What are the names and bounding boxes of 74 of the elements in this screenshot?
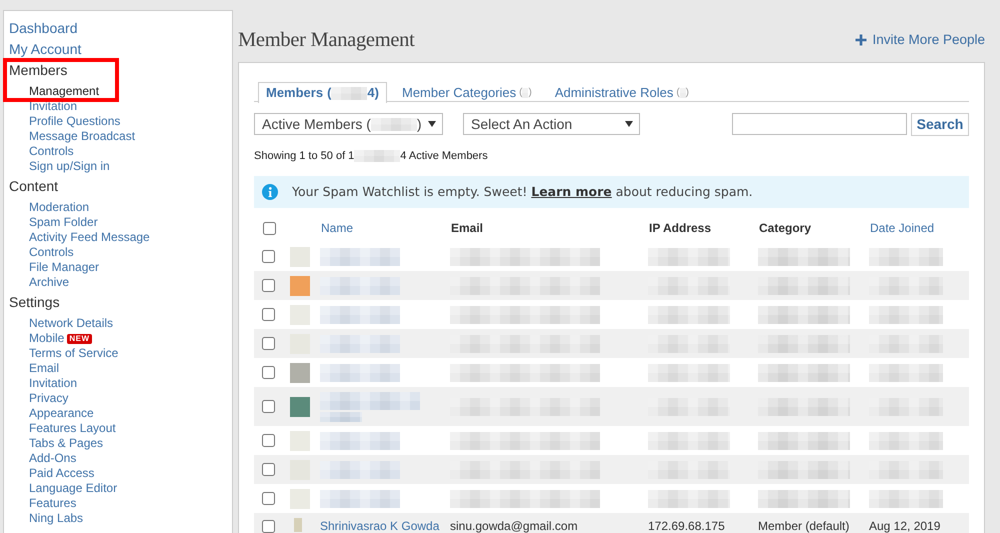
sidebar-link[interactable]: Ning Labs: [29, 511, 84, 526]
sidebar-link[interactable]: Moderation: [29, 200, 90, 215]
table-cell: Member (default): [758, 519, 850, 533]
summary-text: 4 Active Members: [400, 149, 488, 163]
learn-more-link[interactable]: Learn more: [531, 184, 612, 199]
row-checkbox[interactable]: [262, 520, 275, 533]
sidebar-link[interactable]: Paid Access: [29, 466, 94, 481]
sidebar-link[interactable]: Controls: [29, 245, 74, 260]
sidebar-link[interactable]: Activity Feed Message: [29, 230, 150, 245]
redacted-text: [370, 118, 417, 130]
row-checkbox[interactable]: [262, 337, 275, 350]
row-checkbox[interactable]: [262, 400, 275, 413]
row-checkbox[interactable]: [262, 308, 275, 321]
sidebar-link[interactable]: Controls: [29, 144, 74, 159]
column-header: IP Address: [649, 221, 712, 235]
sidebar-link[interactable]: Features: [29, 496, 76, 511]
tab[interactable]: Administrative Roles ( ): [546, 82, 698, 102]
section-heading: Members: [9, 61, 68, 80]
page-title: Member Management: [238, 28, 414, 52]
info-icon: [262, 184, 278, 200]
tab[interactable]: Member Categories ( ): [394, 82, 540, 102]
redacted-text: [354, 150, 400, 162]
row-checkbox[interactable]: [262, 279, 275, 292]
alert-message: Your Spam Watchlist is empty. Sweet! Learn more about reducing spam.: [292, 182, 753, 201]
row-checkbox[interactable]: [262, 366, 275, 379]
sidebar-link[interactable]: Mobile: [29, 331, 64, 346]
sidebar-link[interactable]: Profile Questions: [29, 114, 120, 129]
member-name-link[interactable]: Shrinivasrao K Gowda: [320, 519, 440, 533]
caret-icon: [428, 121, 436, 127]
table-cell: Aug 12, 2019: [869, 519, 940, 533]
sidebar-link[interactable]: Management: [29, 84, 100, 99]
sidebar-link[interactable]: Terms of Service: [29, 346, 118, 361]
row-checkbox[interactable]: [262, 463, 275, 476]
sidebar-link[interactable]: Features Layout: [29, 421, 116, 436]
sidebar-link[interactable]: My Account: [9, 39, 232, 60]
sidebar-link[interactable]: Archive: [29, 275, 70, 290]
new-badge: NEW: [67, 334, 92, 344]
sidebar-link[interactable]: Message Broadcast: [29, 129, 136, 144]
tab[interactable]: Members ( 4): [258, 82, 387, 103]
table-cell: sinu.gowda@gmail.com: [450, 519, 578, 533]
sidebar-link[interactable]: Language Editor: [29, 481, 118, 496]
column-header: Category: [759, 221, 812, 235]
select-all-checkbox[interactable]: [263, 222, 276, 234]
column-header: Email: [451, 221, 484, 235]
plus-icon: [855, 34, 868, 46]
sidebar-link[interactable]: Invitation: [29, 376, 78, 391]
section-heading: Content: [9, 177, 60, 196]
section-heading: Settings: [9, 293, 61, 312]
row-checkbox[interactable]: [262, 250, 275, 263]
sidebar-link[interactable]: Email: [29, 361, 60, 376]
redacted-text: [320, 412, 362, 422]
row-checkbox[interactable]: [262, 492, 275, 505]
sidebar-link[interactable]: Privacy: [29, 391, 68, 406]
sidebar-link[interactable]: Dashboard: [9, 18, 232, 39]
redacted-text: [331, 86, 368, 100]
sidebar-link[interactable]: Add-Ons: [29, 451, 76, 466]
sidebar-link[interactable]: Invitation: [29, 99, 78, 114]
summary-text: Showing 1 to 50 of 1: [254, 149, 354, 163]
table-cell: 172.69.68.175: [648, 519, 725, 533]
row-checkbox[interactable]: [262, 434, 275, 447]
invite-link[interactable]: Invite More People: [855, 30, 985, 50]
search-button[interactable]: Search: [911, 112, 969, 136]
sidebar-link[interactable]: Sign up/Sign in: [29, 159, 110, 174]
column-header[interactable]: Date Joined: [870, 221, 934, 235]
sidebar-link[interactable]: File Manager: [29, 260, 100, 275]
column-header[interactable]: Name: [321, 221, 354, 235]
action-dropdown[interactable]: Select An Action: [463, 113, 640, 135]
sidebar-link[interactable]: Tabs & Pages: [29, 436, 104, 451]
sidebar-link[interactable]: Appearance: [29, 406, 94, 421]
search-field[interactable]: [732, 113, 907, 135]
caret-icon: [625, 121, 633, 127]
sidebar-link[interactable]: Network Details: [29, 316, 114, 331]
sidebar-link[interactable]: Spam Folder: [29, 215, 98, 230]
status-dropdown[interactable]: Active Members ( ): [254, 113, 443, 135]
